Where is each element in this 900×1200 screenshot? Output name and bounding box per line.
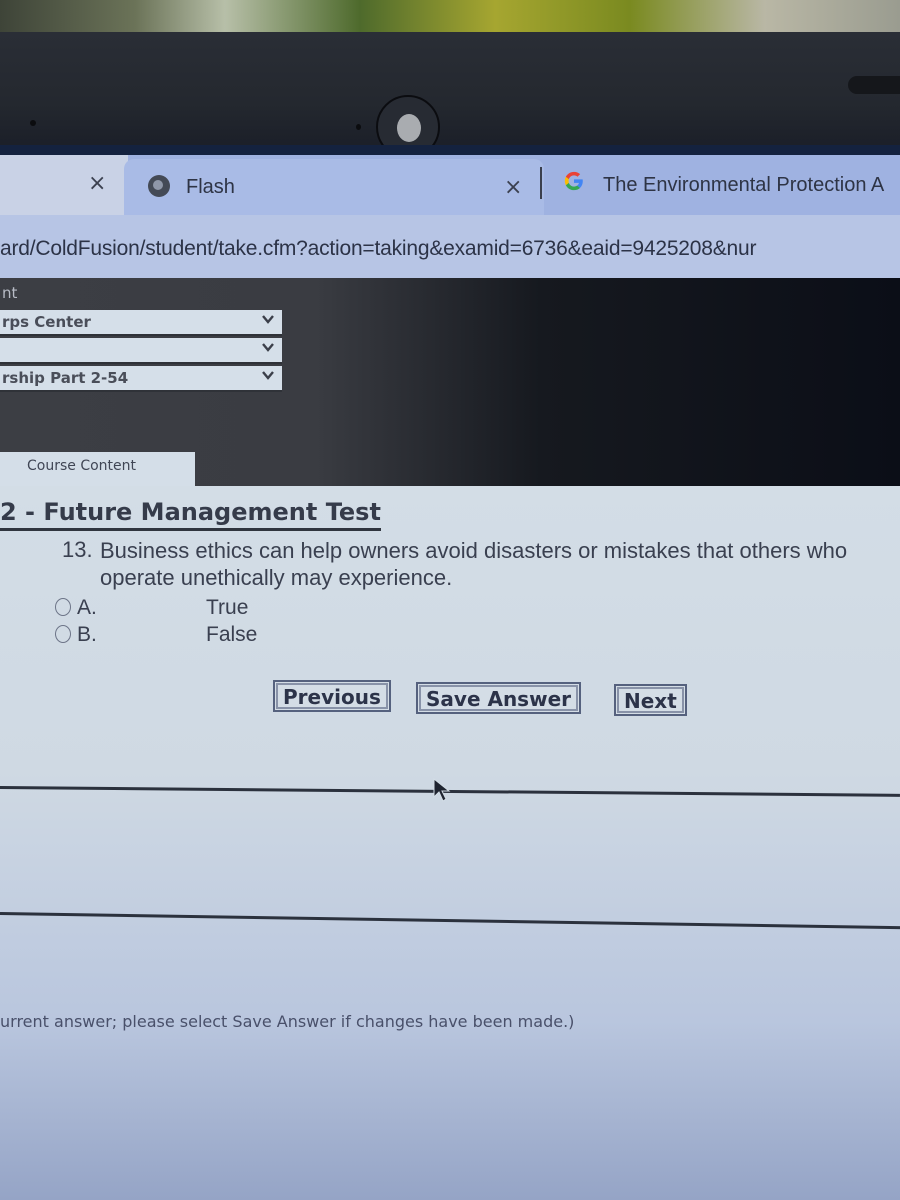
tab-divider xyxy=(540,167,542,199)
save-answer-button[interactable]: Save Answer xyxy=(416,682,581,714)
page-title: 2 - Future Management Test xyxy=(0,498,381,531)
address-bar[interactable]: ard/ColdFusion/student/take.cfm?action=t… xyxy=(0,215,900,278)
radio-option-a[interactable] xyxy=(55,598,71,616)
dropdown-center[interactable]: rps Center xyxy=(0,310,282,336)
background-plant-photo xyxy=(0,0,900,32)
laptop-bezel xyxy=(0,32,900,159)
chevron-down-icon xyxy=(262,315,274,324)
question-number: 13. xyxy=(62,537,93,562)
chevron-down-icon xyxy=(262,371,274,380)
question-text: Business ethics can help owners avoid di… xyxy=(100,538,848,590)
dropdown-course-part[interactable]: rship Part 2-54 xyxy=(0,366,282,392)
exam-content xyxy=(0,486,900,1200)
radio-option-b[interactable] xyxy=(55,625,71,643)
tab-course-content[interactable]: Course Content xyxy=(0,452,195,486)
google-g-icon xyxy=(564,171,583,191)
close-icon[interactable]: × xyxy=(504,177,522,199)
next-button[interactable]: Next xyxy=(614,684,687,716)
tab-label: Flash xyxy=(186,176,235,198)
webcam-indicator xyxy=(356,124,361,130)
dropdown-value: rship Part 2-54 xyxy=(2,369,129,387)
screen-edge xyxy=(0,145,900,155)
browser-tabstrip: × Flash × The Environmental Protection A xyxy=(0,155,900,215)
option-text[interactable]: True xyxy=(206,596,248,620)
option-text[interactable]: False xyxy=(206,623,257,647)
dropdown-value: rps Center xyxy=(2,313,91,331)
mouse-cursor-icon xyxy=(433,777,451,802)
bezel-sensor xyxy=(30,120,36,126)
option-letter: A. xyxy=(77,596,97,619)
browser-tab-previous[interactable]: × xyxy=(0,155,128,215)
browser-tab-google[interactable]: The Environmental Protection A xyxy=(545,155,900,215)
chevron-down-icon xyxy=(262,343,274,352)
previous-button[interactable]: Previous xyxy=(273,680,391,712)
globe-icon xyxy=(148,175,170,197)
dropdown-empty[interactable] xyxy=(0,338,282,364)
header-label: nt xyxy=(2,284,18,302)
close-icon[interactable]: × xyxy=(88,173,106,195)
url-text[interactable]: ard/ColdFusion/student/take.cfm?action=t… xyxy=(0,237,757,261)
browser-tab-flash[interactable]: Flash × xyxy=(124,159,544,215)
tab-label: The Environmental Protection A xyxy=(603,174,885,196)
option-letter: B. xyxy=(77,623,97,646)
save-reminder-text: urrent answer; please select Save Answer… xyxy=(0,1012,575,1031)
bezel-slot xyxy=(848,76,900,94)
